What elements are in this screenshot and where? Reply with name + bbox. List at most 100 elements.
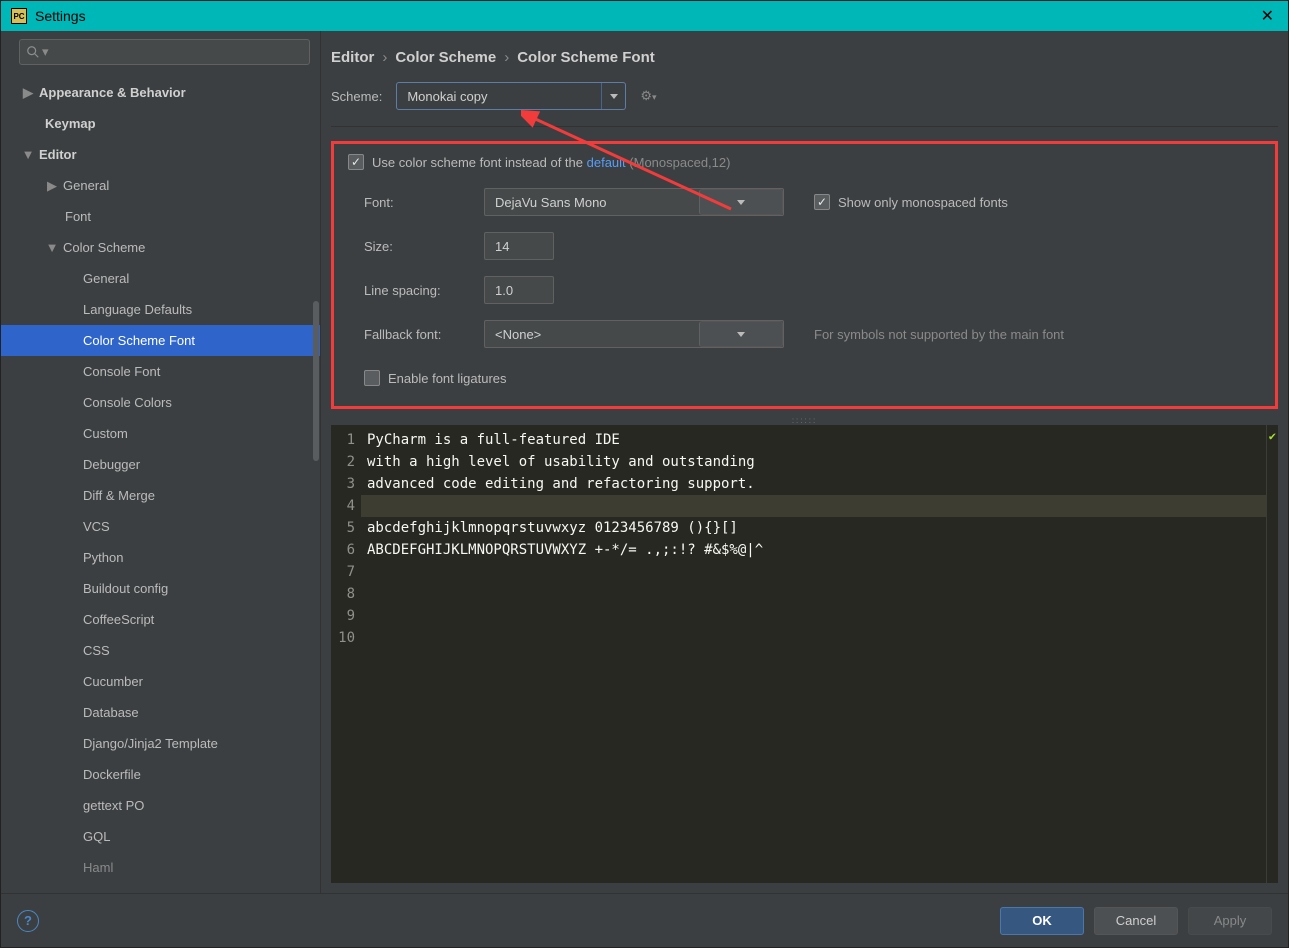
tree-item[interactable]: ▶Color Scheme Font: [1, 325, 320, 356]
use-scheme-font-checkbox[interactable]: [348, 154, 364, 170]
tree-item-label: CoffeeScript: [83, 612, 154, 627]
tree-item[interactable]: ▶Haml: [1, 852, 320, 883]
tree-item-label: Console Colors: [83, 395, 172, 410]
tree-item[interactable]: ▶Dockerfile: [1, 759, 320, 790]
chevron-down-icon[interactable]: [601, 83, 625, 109]
tree-item-label: Python: [83, 550, 123, 565]
tree-item-label: CSS: [83, 643, 110, 658]
scheme-value: Monokai copy: [397, 89, 601, 104]
tree-item[interactable]: ▶VCS: [1, 511, 320, 542]
titlebar: PC Settings ✕: [1, 1, 1288, 31]
tree-item[interactable]: ▶General: [1, 170, 320, 201]
ligatures-checkbox[interactable]: [364, 370, 380, 386]
splitter[interactable]: ::::::: [321, 415, 1288, 425]
fallback-label: Fallback font:: [364, 327, 474, 342]
tree-item[interactable]: ▶Database: [1, 697, 320, 728]
default-link[interactable]: default: [587, 155, 626, 170]
font-label: Font:: [364, 195, 474, 210]
tree-item-label: Color Scheme: [63, 240, 145, 255]
help-button[interactable]: ?: [17, 910, 39, 932]
tree-item[interactable]: ▶Cucumber: [1, 666, 320, 697]
tree-item[interactable]: ▶Django/Jinja2 Template: [1, 728, 320, 759]
tree-item-label: gettext PO: [83, 798, 144, 813]
tree-item[interactable]: ▶Python: [1, 542, 320, 573]
ligatures-row: Enable font ligatures: [348, 370, 1261, 386]
gear-icon[interactable]: ⚙▾: [640, 88, 656, 104]
main-pane: Editor › Color Scheme › Color Scheme Fon…: [321, 31, 1288, 893]
fallback-combo[interactable]: <None>: [484, 320, 784, 348]
crumb-1[interactable]: Color Scheme: [395, 49, 496, 66]
font-settings-panel: Use color scheme font instead of the def…: [331, 141, 1278, 409]
tree-item[interactable]: ▼Color Scheme: [1, 232, 320, 263]
ligatures-label: Enable font ligatures: [388, 371, 507, 386]
chevron-right-icon: ›: [504, 49, 509, 66]
search-icon: [26, 45, 40, 59]
ok-button[interactable]: OK: [1000, 907, 1084, 935]
font-combo[interactable]: DejaVu Sans Mono: [484, 188, 784, 216]
tree-item-label: Diff & Merge: [83, 488, 155, 503]
tree-item-label: Language Defaults: [83, 302, 192, 317]
tree-item-label: Django/Jinja2 Template: [83, 736, 218, 751]
tree-item-label: Font: [65, 209, 91, 224]
tree-item[interactable]: ▶Buildout config: [1, 573, 320, 604]
tree-item[interactable]: ▶Custom: [1, 418, 320, 449]
tree-item-label: Color Scheme Font: [83, 333, 195, 348]
tree-item[interactable]: ▶CSS: [1, 635, 320, 666]
tree-item-label: Database: [83, 705, 139, 720]
chevron-down-icon[interactable]: [699, 189, 783, 215]
size-input[interactable]: 14: [484, 232, 554, 260]
mono-only-checkbox[interactable]: [814, 194, 830, 210]
cancel-button[interactable]: Cancel: [1094, 907, 1178, 935]
grip-icon: ::::::: [792, 416, 817, 425]
tree-item[interactable]: ▶General: [1, 263, 320, 294]
settings-window: PC Settings ✕ ▾ ▶Appearance & Behavior Ke…: [0, 0, 1289, 948]
font-preview-editor[interactable]: 12345678910 PyCharm is a full-featured I…: [331, 425, 1278, 883]
tree-item[interactable]: ▶Diff & Merge: [1, 480, 320, 511]
tree-item[interactable]: ▶Debugger: [1, 449, 320, 480]
font-value: DejaVu Sans Mono: [485, 195, 699, 210]
apply-button[interactable]: Apply: [1188, 907, 1272, 935]
code-area: PyCharm is a full-featured IDEwith a hig…: [361, 425, 1266, 883]
scrollbar-thumb[interactable]: [313, 301, 319, 461]
fallback-note: For symbols not supported by the main fo…: [814, 327, 1261, 342]
tree-item-label: General: [83, 271, 129, 286]
app-icon: PC: [11, 8, 27, 24]
chevron-right-icon: ›: [382, 49, 387, 66]
tree-item[interactable]: Font: [1, 201, 320, 232]
body: ▾ ▶Appearance & BehaviorKeymap▼Editor▶Ge…: [1, 31, 1288, 893]
mono-only-label: Show only monospaced fonts: [838, 195, 1008, 210]
tree-item-label: Appearance & Behavior: [39, 85, 186, 100]
tree-item-label: Custom: [83, 426, 128, 441]
scheme-label: Scheme:: [331, 89, 382, 104]
preview-marker-strip: ✔: [1266, 425, 1278, 883]
tree-item[interactable]: ▶Console Font: [1, 356, 320, 387]
crumb-0[interactable]: Editor: [331, 49, 374, 66]
tree-item-label: Cucumber: [83, 674, 143, 689]
line-spacing-input[interactable]: 1.0: [484, 276, 554, 304]
settings-tree[interactable]: ▶Appearance & BehaviorKeymap▼Editor▶Gene…: [1, 71, 320, 893]
search-input[interactable]: ▾: [19, 39, 310, 65]
tree-item-label: Dockerfile: [83, 767, 141, 782]
tree-item[interactable]: ▶Console Colors: [1, 387, 320, 418]
tree-item[interactable]: ▶GQL: [1, 821, 320, 852]
chevron-down-icon[interactable]: [699, 321, 783, 347]
tree-item[interactable]: ▶Language Defaults: [1, 294, 320, 325]
line-spacing-label: Line spacing:: [364, 283, 474, 298]
tree-item[interactable]: ▶Appearance & Behavior: [1, 77, 320, 108]
tree-item-label: Debugger: [83, 457, 140, 472]
scheme-row: Scheme: Monokai copy ⚙▾: [321, 82, 1288, 126]
font-form: Font: DejaVu Sans Mono Show only monospa…: [348, 188, 1261, 348]
footer: ? OK Cancel Apply: [1, 893, 1288, 947]
tree-item-label: Console Font: [83, 364, 160, 379]
tree-item-label: Keymap: [45, 116, 96, 131]
tree-item[interactable]: Keymap: [1, 108, 320, 139]
tree-item[interactable]: ▶CoffeeScript: [1, 604, 320, 635]
size-label: Size:: [364, 239, 474, 254]
tree-item-label: GQL: [83, 829, 110, 844]
gutter: 12345678910: [331, 425, 361, 883]
scheme-combo[interactable]: Monokai copy: [396, 82, 626, 110]
window-title: Settings: [35, 8, 1257, 24]
close-icon[interactable]: ✕: [1257, 6, 1278, 26]
tree-item[interactable]: ▼Editor: [1, 139, 320, 170]
tree-item[interactable]: ▶gettext PO: [1, 790, 320, 821]
